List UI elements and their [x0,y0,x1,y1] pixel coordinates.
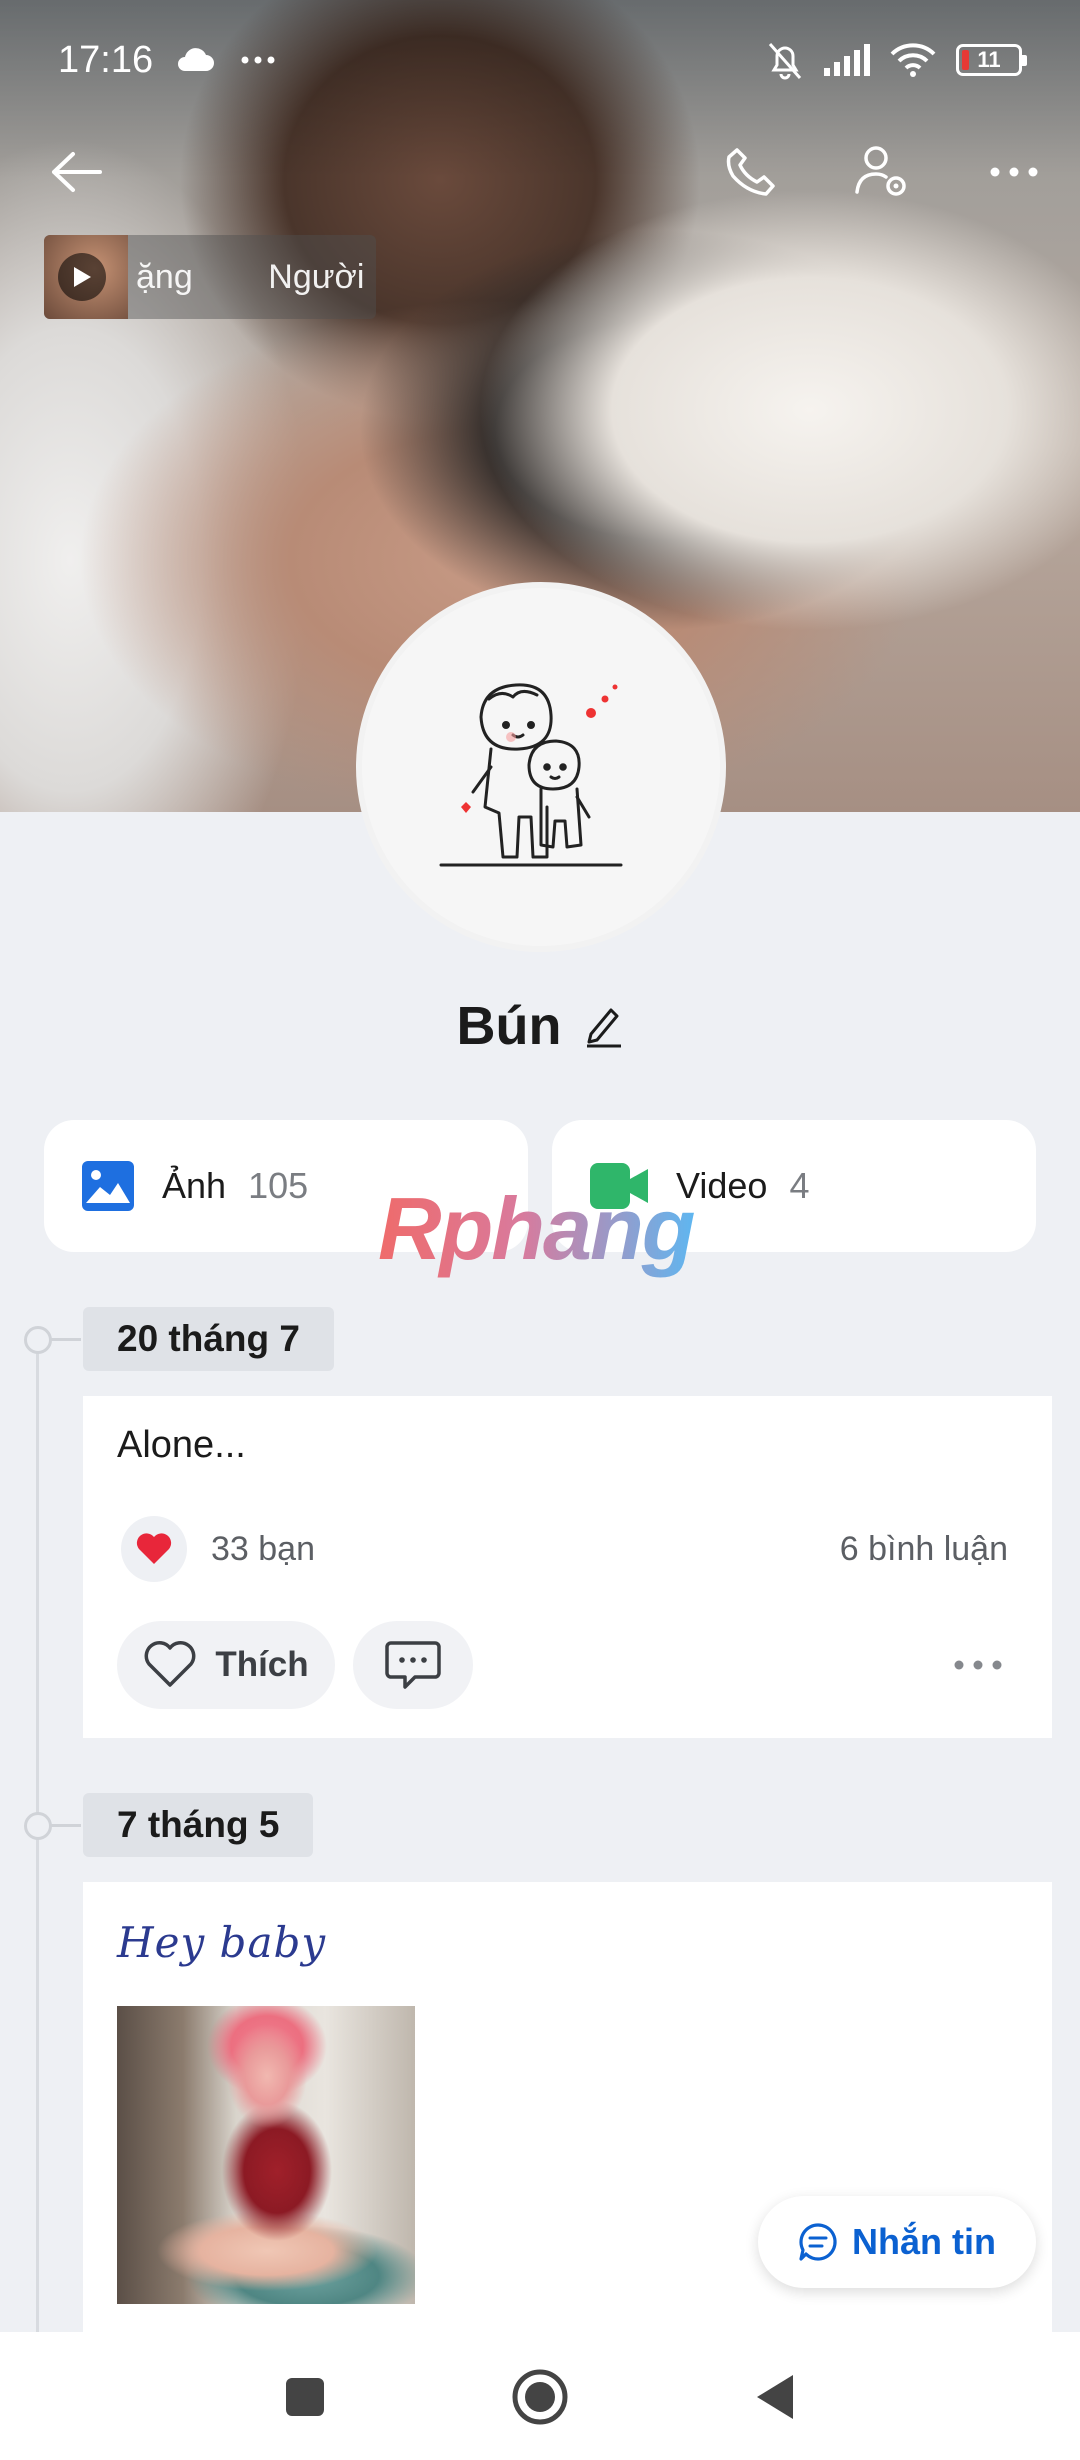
top-nav [0,120,1080,220]
back-nav-button[interactable] [740,2362,810,2432]
profile-name-row: Bún [0,995,1080,1057]
back-button[interactable] [40,136,112,208]
home-button[interactable] [505,2362,575,2432]
photos-count: 105 [248,1165,309,1206]
videos-count: 4 [789,1165,810,1206]
status-left-icons [175,47,275,73]
message-label: Nhắn tin [852,2221,996,2262]
back-arrow-icon [52,152,102,192]
timeline-line [36,1340,39,2340]
reaction-row[interactable]: 33 bạn 6 bình luận [121,1516,1008,1582]
comment-button[interactable] [353,1621,473,1709]
status-time: 17:16 [58,38,154,81]
chat-bubble-icon [799,2223,837,2261]
photo-icon [82,1161,134,1211]
home-circle-icon [512,2369,568,2425]
mute-bell-icon [768,43,802,80]
play-button[interactable] [58,253,106,301]
heart-reaction-icon [121,1516,187,1582]
play-icon [74,267,91,287]
post-photo[interactable] [117,2006,415,2304]
signal-icon [824,44,870,76]
profile-settings-button[interactable] [846,136,918,208]
square-icon [286,2378,324,2416]
battery-icon: 11 [956,44,1027,76]
call-button[interactable] [715,136,787,208]
message-button[interactable]: Nhắn tin [758,2196,1036,2288]
post-text: Hey baby [117,1918,327,1967]
like-button[interactable]: Thích [117,1621,335,1709]
status-right: 11 [766,40,1027,80]
more-dots-icon [241,56,275,64]
status-bar: 17:16 11 [0,0,1080,120]
music-title: ặng Người [136,257,365,296]
more-horizontal-icon [954,1660,1002,1670]
couple-hug-illustration [439,683,623,867]
cloud-icon [178,48,215,71]
reaction-count: 33 bạn [211,1529,315,1568]
battery-level: 11 [977,47,1001,72]
post-text: Alone... [117,1424,246,1466]
edit-name-button[interactable] [583,1004,623,1048]
post-card[interactable]: Alone... 33 bạn 6 bình luận Thích [83,1396,1052,1738]
comment-icon [385,1641,441,1689]
post-actions: Thích [117,1620,1018,1710]
like-label: Thích [215,1645,309,1684]
phone-icon [726,148,775,196]
heart-outline-icon [144,1641,196,1687]
recents-button[interactable] [270,2362,340,2432]
music-thumbnail [44,235,128,319]
timeline-dot [24,1326,81,1354]
user-settings-icon [855,146,906,196]
profile-name: Bún [456,996,562,1056]
comment-count[interactable]: 6 bình luận [840,1530,1008,1569]
post-more-button[interactable] [938,1635,1018,1695]
more-options-button[interactable] [978,136,1050,208]
watermark-logo: Rphang [378,1179,696,1278]
post-date-chip: 20 tháng 7 [83,1307,334,1371]
timeline-dot [24,1812,81,1840]
profile-avatar[interactable] [356,582,726,952]
pencil-icon [587,1008,622,1048]
wifi-icon [890,43,936,77]
post-date-chip: 7 tháng 5 [83,1793,314,1857]
system-nav-bar [0,2332,1080,2460]
photos-label: Ảnh [162,1165,227,1206]
more-icon [990,167,1038,177]
profile-music-chip[interactable]: ặng Người [44,235,376,319]
triangle-back-icon [757,2375,793,2419]
